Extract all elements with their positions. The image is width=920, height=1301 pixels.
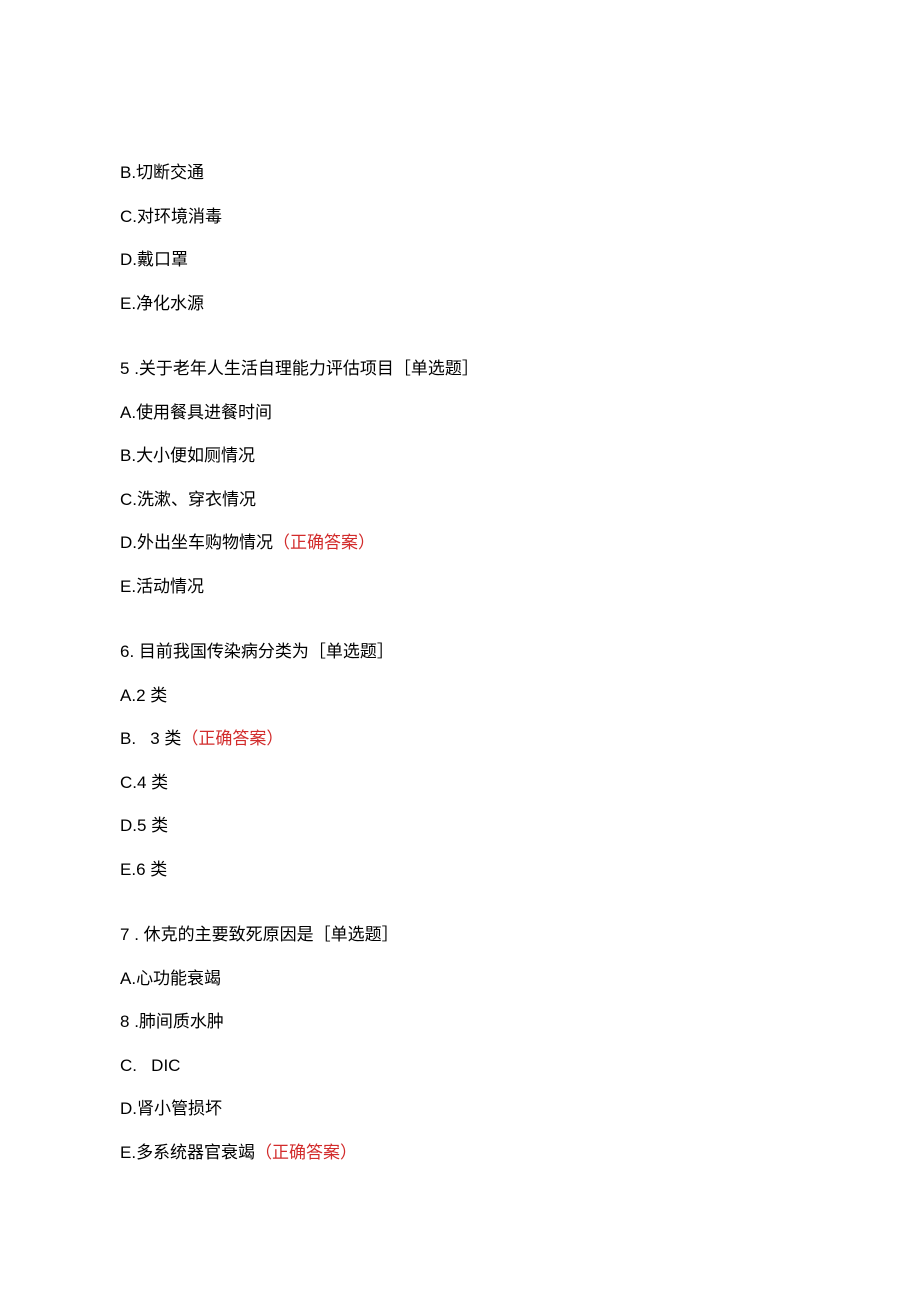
option-line: A.使用餐具进餐时间 bbox=[120, 400, 800, 426]
option-label: A. bbox=[120, 969, 136, 988]
question-block: 6. 目前我国传染病分类为［单选题］ A.2 类 B. 3 类（正确答案） C.4 类… bbox=[120, 639, 800, 882]
option-label: D. bbox=[120, 816, 137, 835]
option-label: E. bbox=[120, 1143, 136, 1162]
option-separator: . bbox=[129, 1012, 138, 1031]
option-text: 心功能衰竭 bbox=[136, 969, 221, 988]
option-line: C.对环境消毒 bbox=[120, 204, 800, 230]
option-line: A.心功能衰竭 bbox=[120, 966, 800, 992]
option-text: 戴口罩 bbox=[137, 250, 188, 269]
option-line: C.洗漱、穿衣情况 bbox=[120, 487, 800, 513]
option-label: B. bbox=[120, 163, 136, 182]
option-line: E.活动情况 bbox=[120, 574, 800, 600]
option-text: 洗漱、穿衣情况 bbox=[137, 490, 256, 509]
option-line: D.5 类 bbox=[120, 813, 800, 839]
question-text: 休克的主要致死原因是［单选题］ bbox=[144, 925, 399, 944]
question-block: 7 . 休克的主要致死原因是［单选题］ A.心功能衰竭 8 .肺间质水肿 C. DIC… bbox=[120, 922, 800, 1165]
option-label: E. bbox=[120, 294, 136, 313]
option-line: B.大小便如厕情况 bbox=[120, 443, 800, 469]
option-text: DIC bbox=[151, 1056, 180, 1075]
option-text: 活动情况 bbox=[136, 577, 204, 596]
option-line: D.戴口罩 bbox=[120, 247, 800, 273]
question-line: 6. 目前我国传染病分类为［单选题］ bbox=[120, 639, 800, 665]
question-block: B.切断交通 C.对环境消毒 D.戴口罩 E.净化水源 bbox=[120, 160, 800, 316]
option-line: C. DIC bbox=[120, 1053, 800, 1079]
option-text: 4 类 bbox=[137, 773, 168, 792]
option-text: 肾小管损坏 bbox=[137, 1099, 222, 1118]
question-text: 目前我国传染病分类为［单选题］ bbox=[139, 642, 394, 661]
question-separator: . bbox=[129, 925, 143, 944]
option-label: C. bbox=[120, 773, 137, 792]
option-text: 净化水源 bbox=[136, 294, 204, 313]
option-line: E.净化水源 bbox=[120, 291, 800, 317]
correct-answer-label: （正确答案） bbox=[273, 533, 375, 552]
correct-answer-label: （正确答案） bbox=[181, 729, 283, 748]
option-label: C. bbox=[120, 1056, 137, 1075]
question-number: 6. bbox=[120, 642, 134, 661]
question-separator: . bbox=[129, 359, 138, 378]
option-text: 6 类 bbox=[136, 860, 167, 879]
correct-answer-label: （正确答案） bbox=[255, 1143, 357, 1162]
option-text: 5 类 bbox=[137, 816, 168, 835]
option-text: 3 类 bbox=[150, 729, 181, 748]
option-label: D. bbox=[120, 1099, 137, 1118]
option-spacing bbox=[137, 1056, 151, 1075]
option-line: D.肾小管损坏 bbox=[120, 1096, 800, 1122]
option-label: B. bbox=[120, 729, 136, 748]
question-line: 7 . 休克的主要致死原因是［单选题］ bbox=[120, 922, 800, 948]
option-spacing bbox=[136, 729, 150, 748]
option-label: B. bbox=[120, 446, 136, 465]
option-text: 2 类 bbox=[136, 686, 167, 705]
option-line: A.2 类 bbox=[120, 683, 800, 709]
option-label: C. bbox=[120, 490, 137, 509]
question-text: 关于老年人生活自理能力评估项目［单选题］ bbox=[139, 359, 479, 378]
option-line: C.4 类 bbox=[120, 770, 800, 796]
option-label: E. bbox=[120, 860, 136, 879]
option-line: E.6 类 bbox=[120, 857, 800, 883]
document-content: B.切断交通C.对环境消毒D.戴口罩E.净化水源5 .关于老年人生活自理能力评估… bbox=[120, 160, 800, 1165]
option-line: D.外出坐车购物情况（正确答案） bbox=[120, 530, 800, 556]
option-text: 多系统器官衰竭 bbox=[136, 1143, 255, 1162]
question-line: 5 .关于老年人生活自理能力评估项目［单选题］ bbox=[120, 356, 800, 382]
option-line: B. 3 类（正确答案） bbox=[120, 726, 800, 752]
option-label: A. bbox=[120, 686, 136, 705]
option-label: D. bbox=[120, 250, 137, 269]
option-text: 肺间质水肿 bbox=[139, 1012, 224, 1031]
option-label: E. bbox=[120, 577, 136, 596]
option-line: B.切断交通 bbox=[120, 160, 800, 186]
option-text: 大小便如厕情况 bbox=[136, 446, 255, 465]
option-text: 切断交通 bbox=[136, 163, 204, 182]
option-line: E.多系统器官衰竭（正确答案） bbox=[120, 1140, 800, 1166]
option-text: 对环境消毒 bbox=[137, 207, 222, 226]
option-text: 外出坐车购物情况 bbox=[137, 533, 273, 552]
option-label: C. bbox=[120, 207, 137, 226]
option-label: A. bbox=[120, 403, 136, 422]
question-block: 5 .关于老年人生活自理能力评估项目［单选题］ A.使用餐具进餐时间 B.大小便如厕… bbox=[120, 356, 800, 599]
option-text: 使用餐具进餐时间 bbox=[136, 403, 272, 422]
option-label: D. bbox=[120, 533, 137, 552]
option-line: 8 .肺间质水肿 bbox=[120, 1009, 800, 1035]
